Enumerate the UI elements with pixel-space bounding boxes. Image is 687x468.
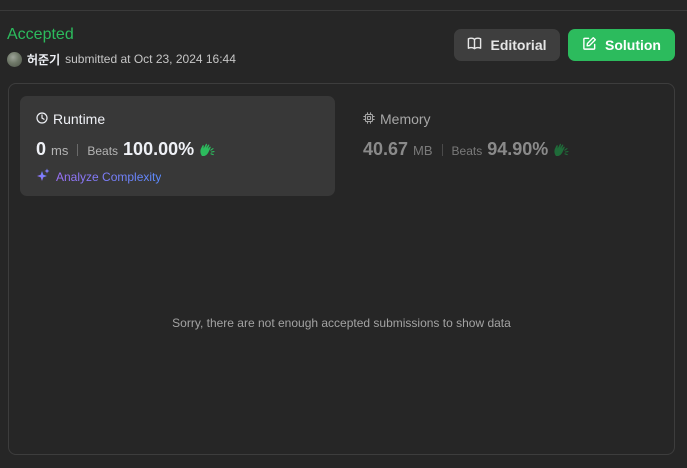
memory-beats-percent: 94.90%: [487, 139, 549, 159]
avatar[interactable]: [7, 51, 22, 67]
runtime-beats-label: Beats: [87, 144, 119, 158]
runtime-title: Runtime: [36, 111, 105, 127]
submission-status: Accepted: [7, 26, 74, 43]
analyze-complexity-label: Analyze Complexity: [56, 169, 162, 184]
clock-icon: [36, 111, 48, 127]
memory-separator: [441, 143, 443, 156]
edit-icon: [582, 36, 597, 54]
memory-stats: 40.67 MB Beats 94.90%: [363, 139, 569, 160]
runtime-title-label: Runtime: [53, 111, 106, 127]
solution-label: Solution: [605, 37, 661, 53]
submitted-time: submitted at Oct 23, 2024 16:44: [65, 52, 236, 66]
memory-beats-label: Beats: [451, 144, 483, 158]
editorial-label: Editorial: [490, 37, 547, 53]
submitter-info: 허준기 submitted at Oct 23, 2024 16:44: [7, 51, 236, 67]
memory-title[interactable]: Memory: [363, 111, 431, 127]
runtime-stats: 0 ms Beats 100.00%: [36, 139, 215, 160]
header-divider: [0, 10, 687, 11]
runtime-value: 0: [36, 139, 47, 159]
analyze-complexity-link[interactable]: Analyze Complexity: [36, 168, 161, 185]
memory-value: 40.67: [363, 139, 409, 159]
clap-hands-icon: [199, 143, 215, 157]
book-icon: [467, 36, 482, 54]
editorial-button[interactable]: Editorial: [454, 29, 560, 61]
memory-title-label: Memory: [380, 111, 431, 127]
empty-distribution-message: Sorry, there are not enough accepted sub…: [172, 316, 511, 330]
memory-unit: MB: [413, 143, 433, 158]
clap-hands-icon: [553, 143, 569, 157]
runtime-beats-percent: 100.00%: [123, 139, 195, 159]
sparkle-icon: [36, 168, 50, 185]
username-link[interactable]: 허준기: [27, 51, 60, 68]
solution-button[interactable]: Solution: [568, 29, 675, 61]
runtime-separator: [77, 143, 79, 156]
runtime-unit: ms: [51, 143, 69, 158]
chip-icon: [363, 111, 375, 127]
